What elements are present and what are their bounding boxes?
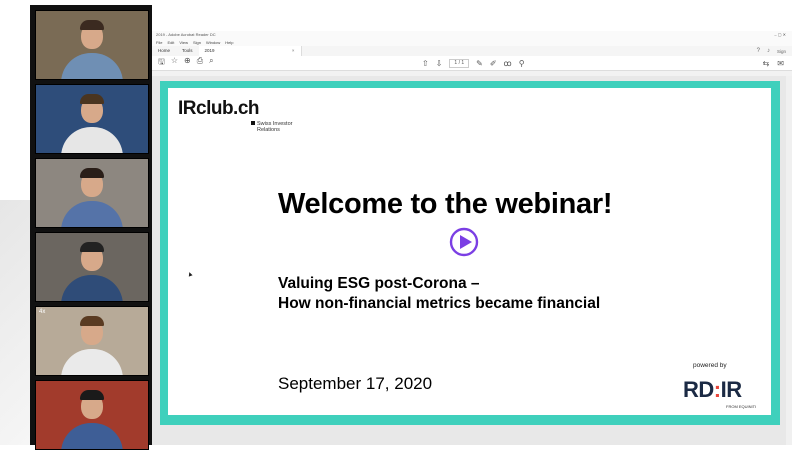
rdir-logo-part-b: IR (720, 377, 743, 402)
close-icon[interactable]: × (292, 46, 295, 56)
toolbar-left-group: 🖫 ☆ ⊕ ⎙ ⌕ (152, 56, 214, 70)
participant-video-column: 4x (30, 5, 152, 450)
tab-bar: Home Tools 2019 × ? ♪ Sign (152, 46, 792, 56)
search-icon[interactable]: ⌕ (209, 56, 213, 70)
participant-hair (80, 94, 104, 104)
participant-hair (80, 316, 104, 326)
save-icon[interactable]: 🖫 (158, 56, 165, 70)
tab-tools[interactable]: Tools (176, 46, 199, 56)
participant-hair (80, 390, 104, 400)
window-title: 2019 - Adobe Acrobat Reader DC (156, 32, 216, 37)
menu-window[interactable]: Window (206, 39, 220, 46)
comment-icon[interactable]: ✎ (476, 59, 483, 68)
participant-hair (80, 168, 104, 178)
page-up-icon[interactable]: ⇧ (422, 59, 429, 68)
menu-edit[interactable]: Edit (167, 39, 174, 46)
subtitle-line-2: How non-financial metrics became financi… (278, 295, 601, 312)
participant-tile[interactable] (35, 84, 149, 154)
tagline-square-icon (251, 121, 255, 125)
menu-bar: File Edit View Sign Window Help (152, 39, 792, 46)
bell-icon[interactable]: ♪ (767, 48, 770, 54)
tab-home[interactable]: Home (152, 46, 176, 56)
print-icon[interactable]: ⎙ (197, 56, 203, 70)
vertical-scrollbar[interactable] (786, 76, 792, 445)
participant-tile[interactable] (35, 10, 149, 80)
menu-view[interactable]: View (179, 39, 188, 46)
menu-help[interactable]: Help (225, 39, 233, 46)
menu-file[interactable]: File (156, 39, 162, 46)
bookmark-icon[interactable]: ☆ (171, 56, 178, 70)
tagline-line-2: Relations (257, 127, 280, 133)
participant-tile[interactable]: 4x (35, 306, 149, 376)
participant-hair (80, 20, 104, 30)
tab-document-label: 2019 (204, 48, 215, 53)
tab-document[interactable]: 2019 × (198, 46, 302, 56)
play-icon[interactable] (449, 227, 479, 257)
toolbar-right-group: ⇆ ✉ (763, 59, 784, 68)
window-titlebar: 2019 - Adobe Acrobat Reader DC – ▢ ✕ (152, 31, 792, 39)
sign-in-link[interactable]: Sign (777, 49, 786, 54)
document-viewer[interactable]: IRclub.ch Swiss Investor Relations Welco… (152, 76, 792, 445)
highlight-icon[interactable]: ꝏ (504, 59, 512, 68)
rdir-logo: RD:IR (683, 377, 742, 403)
participant-tile[interactable] (35, 380, 149, 450)
slide-date: September 17, 2020 (278, 374, 433, 393)
rdir-logo-part-a: RD (683, 377, 714, 402)
share-icon[interactable]: ⇆ (763, 59, 770, 68)
slide-frame: IRclub.ch Swiss Investor Relations Welco… (160, 81, 780, 425)
main-toolbar: 🖫 ☆ ⊕ ⎙ ⌕ ⇧ ⇩ 1 / 1 ✎ ✐ ꝏ ⚲ ⇆ ✉ (152, 56, 792, 71)
irclub-logo: IRclub.ch (178, 98, 260, 119)
shared-screen-pdf-reader: 2019 - Adobe Acrobat Reader DC – ▢ ✕ Fil… (152, 31, 792, 445)
participant-tile[interactable] (35, 232, 149, 302)
page-down-icon[interactable]: ⇩ (436, 59, 443, 68)
participant-hair (80, 242, 104, 252)
participant-label: 4x (39, 309, 46, 315)
logo-tagline: Swiss Investor Relations (251, 121, 292, 133)
slide-subtitle: Valuing ESG post-Corona – How non-financ… (278, 274, 600, 314)
rdir-logo-separator: : (713, 377, 721, 402)
slide-content: IRclub.ch Swiss Investor Relations Welco… (168, 88, 771, 415)
upload-icon[interactable]: ⊕ (184, 56, 191, 70)
toolbar-page-nav: ⇧ ⇩ 1 / 1 ✎ ✐ ꝏ ⚲ (422, 58, 525, 68)
powered-by-label: powered by (693, 362, 727, 369)
help-icon[interactable]: ? (757, 48, 760, 54)
window-controls[interactable]: – ▢ ✕ (774, 31, 792, 39)
mail-icon[interactable]: ✉ (777, 59, 784, 68)
top-right-controls: ? ♪ Sign (757, 46, 786, 56)
pen-icon[interactable]: ✐ (490, 59, 497, 68)
rdir-logo-subtext: FROM EQUINITI (726, 404, 757, 409)
stamp-icon[interactable]: ⚲ (519, 59, 525, 68)
subtitle-line-1: Valuing ESG post-Corona – (278, 275, 480, 292)
slide-headline: Welcome to the webinar! (278, 188, 613, 220)
menu-sign[interactable]: Sign (193, 39, 201, 46)
participant-tile[interactable] (35, 158, 149, 228)
page-indicator[interactable]: 1 / 1 (449, 58, 470, 68)
